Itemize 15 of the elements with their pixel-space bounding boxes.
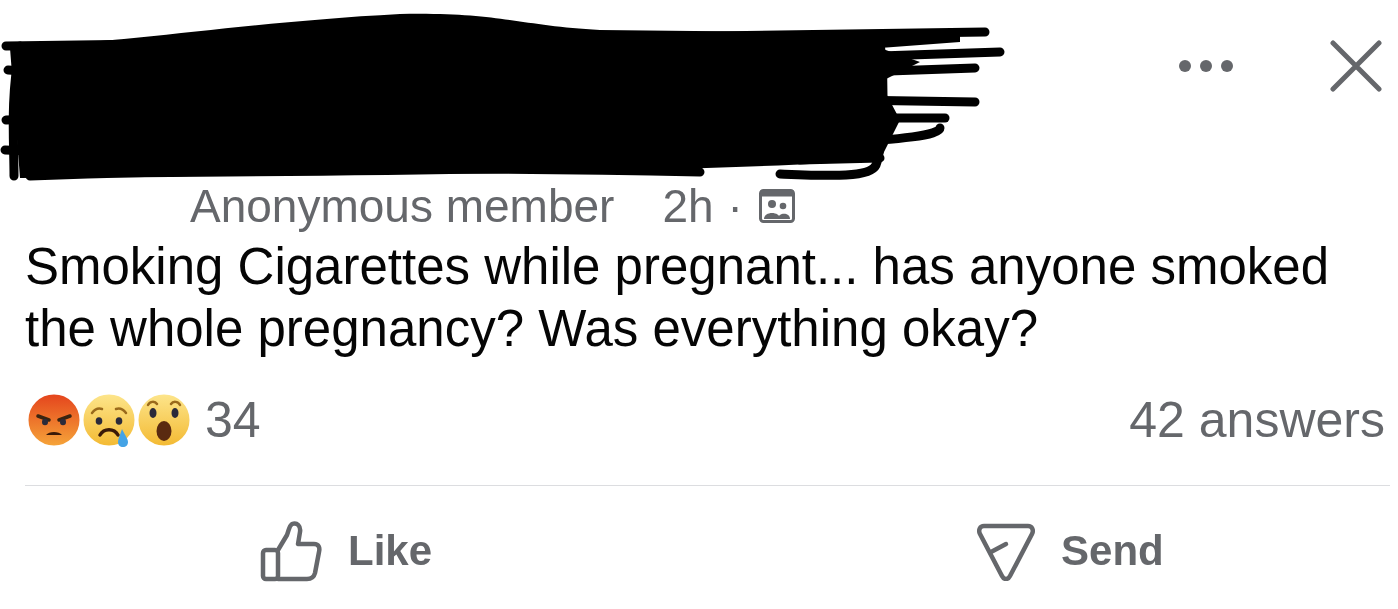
reaction-count: 34 (205, 395, 261, 445)
close-icon[interactable] (1330, 40, 1382, 92)
group-icon (758, 189, 795, 223)
angry-face-icon (25, 391, 83, 449)
send-icon (977, 521, 1036, 581)
thumbs-up-icon (260, 520, 322, 582)
surprised-face-icon (135, 391, 193, 449)
like-button[interactable]: Like (260, 511, 433, 591)
post-text: Smoking Cigarettes while pregnant... has anyone smoked the whole pregnancy? Was everything okay? (25, 237, 1331, 359)
separator: · (727, 183, 743, 229)
send-button[interactable]: Send (977, 512, 1164, 590)
crying-face-icon (80, 391, 138, 449)
more-icon[interactable] (1178, 59, 1234, 73)
post-time: 2h (662, 183, 714, 229)
answer-count[interactable]: 42 answers (1129, 395, 1385, 445)
